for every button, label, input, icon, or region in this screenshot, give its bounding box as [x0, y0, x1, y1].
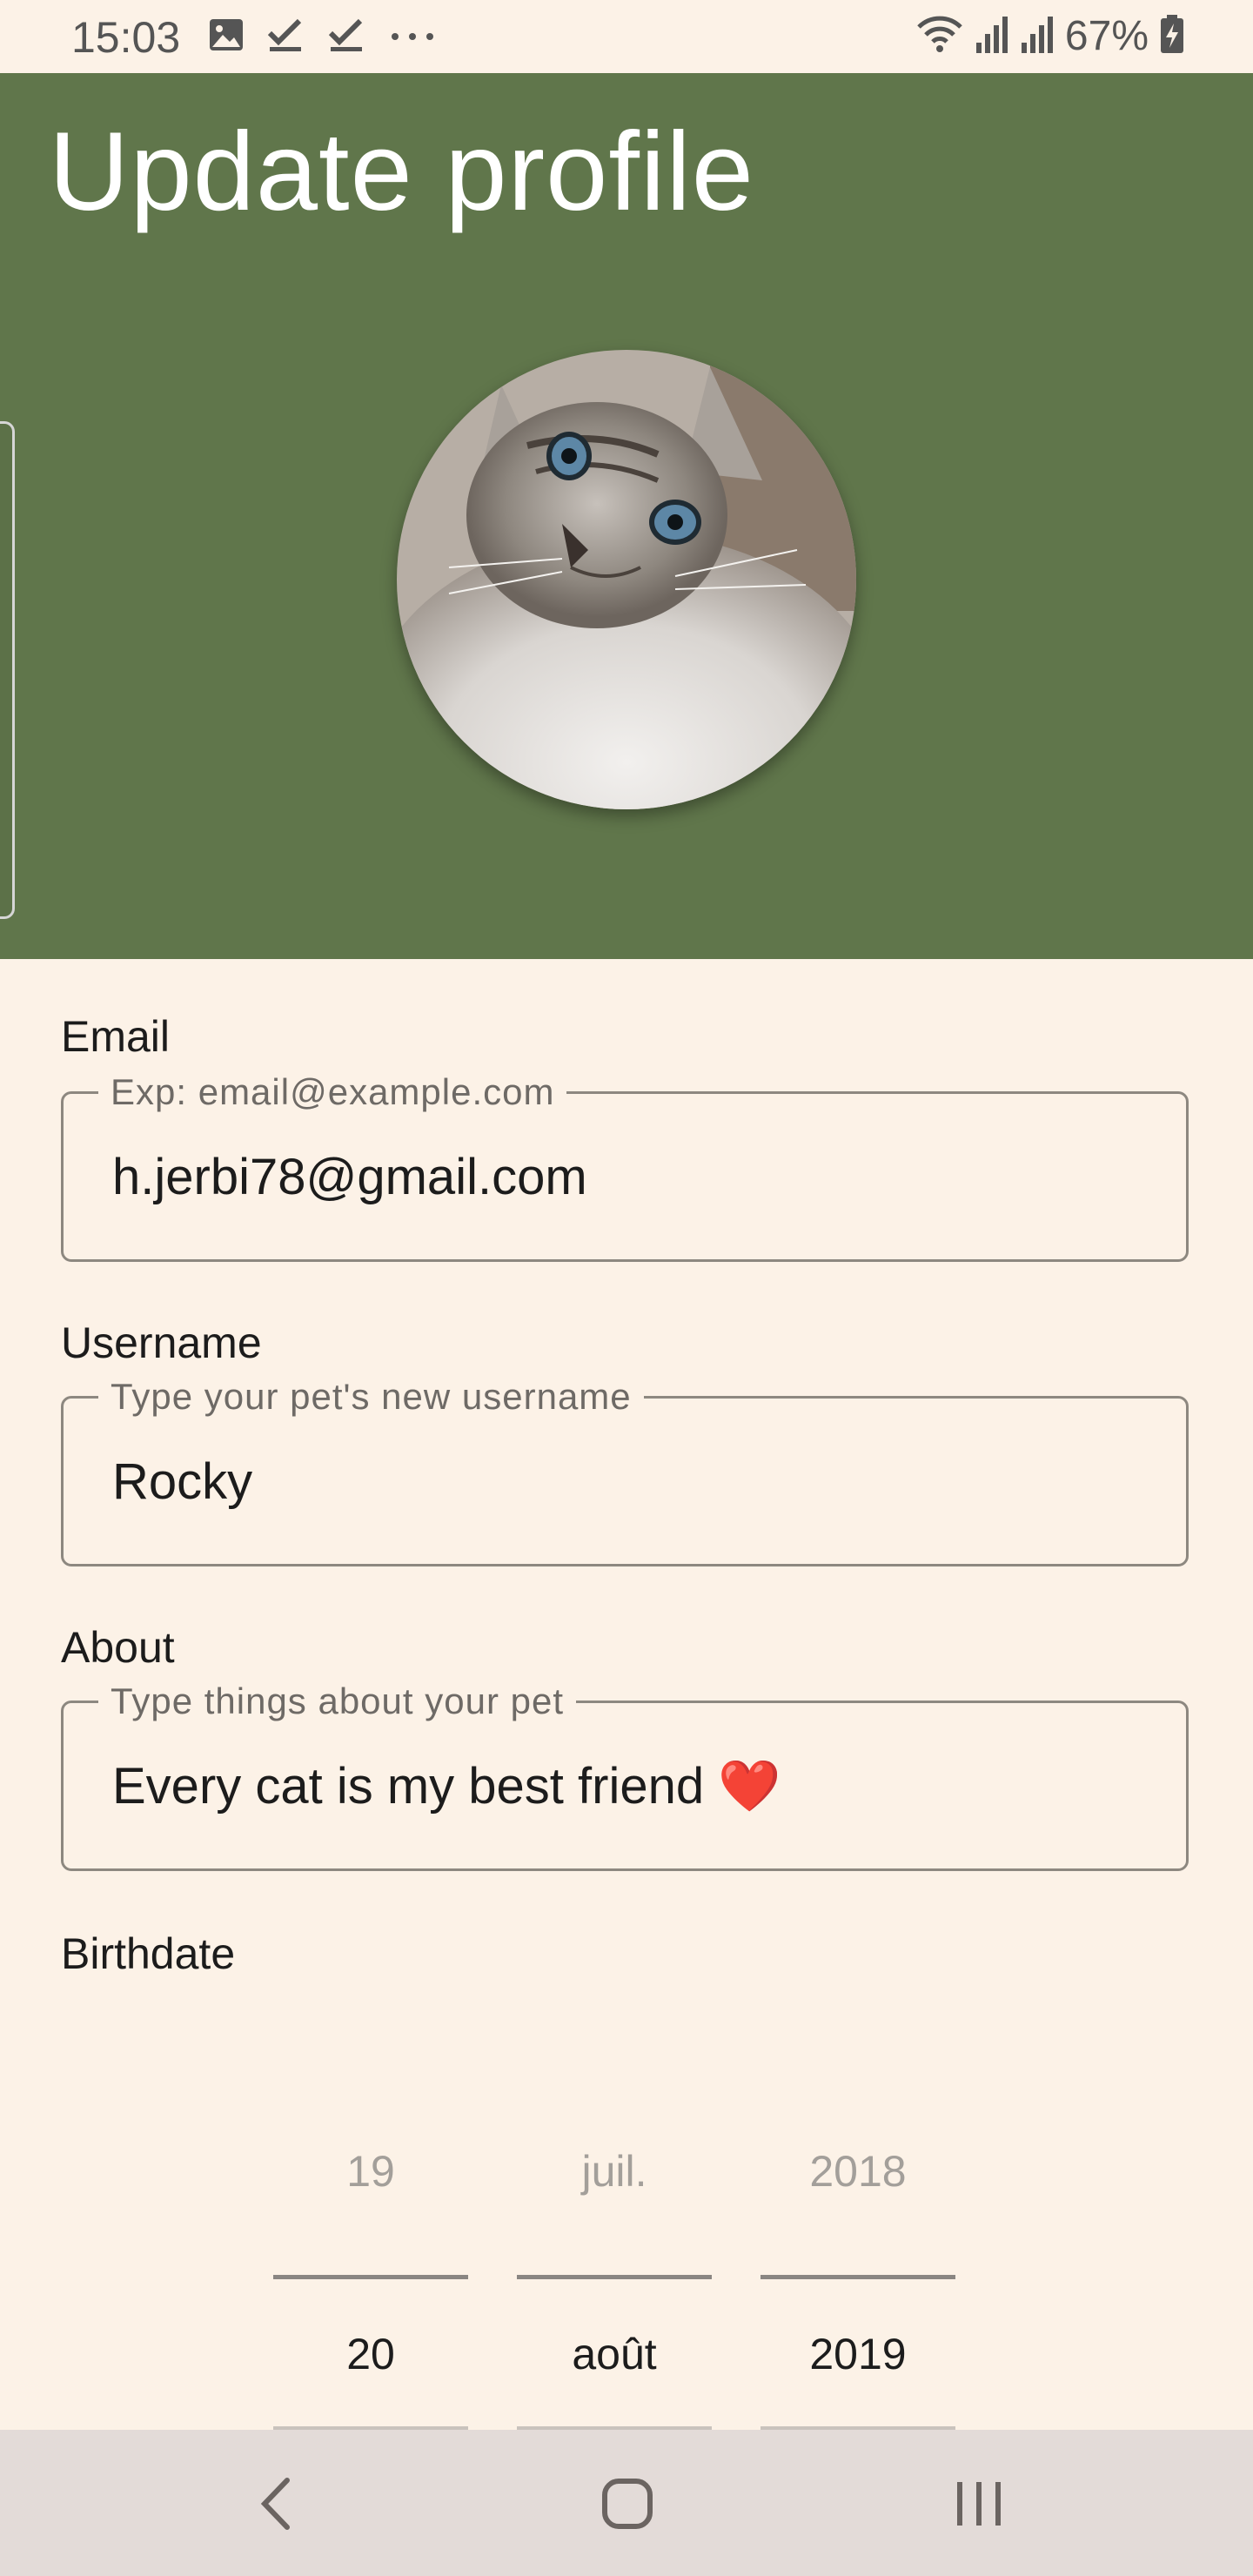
check-icon — [327, 16, 367, 58]
pet-avatar[interactable] — [397, 350, 856, 809]
about-placeholder: Type things about your pet — [98, 1680, 576, 1722]
email-field[interactable]: Exp: email@example.com h.jerbi78@gmail.c… — [61, 1071, 1189, 1262]
home-icon — [602, 2479, 653, 2529]
about-label: About — [61, 1623, 175, 1672]
day-selected[interactable]: 20 — [273, 2329, 468, 2379]
year-selected-row[interactable]: 2019 — [761, 2329, 955, 2379]
day-selected-row[interactable]: 20 — [273, 2329, 468, 2379]
day-wheel[interactable]: 19 — [273, 2146, 468, 2197]
month-previous[interactable]: juil. — [517, 2146, 712, 2197]
year-wheel[interactable]: 2018 — [761, 2146, 955, 2197]
edge-panel-handle[interactable] — [0, 421, 15, 919]
wifi-icon — [915, 13, 964, 59]
month-selected-row[interactable]: août — [517, 2329, 712, 2379]
back-button[interactable] — [237, 2465, 315, 2543]
about-field[interactable]: Type things about your pet Every cat is … — [61, 1680, 1189, 1871]
back-icon — [260, 2478, 290, 2530]
day-selection-line — [273, 2275, 468, 2279]
email-value: h.jerbi78@gmail.com — [112, 1149, 587, 1205]
status-time: 15:03 — [71, 13, 181, 62]
email-placeholder: Exp: email@example.com — [98, 1071, 567, 1113]
month-selected[interactable]: août — [517, 2329, 712, 2379]
about-value: Every cat is my best friend ❤️ — [112, 1758, 781, 1815]
page-title: Update profile — [49, 110, 754, 234]
notification-icons — [207, 16, 437, 58]
username-label: Username — [61, 1318, 262, 1367]
year-selected[interactable]: 2019 — [761, 2329, 955, 2379]
profile-header: Update profile — [0, 73, 1253, 959]
signal-icon — [1020, 13, 1055, 59]
day-previous[interactable]: 19 — [273, 2146, 468, 2197]
status-bar: 15:03 67% — [0, 0, 1253, 73]
username-field[interactable]: Type your pet's new username Rocky — [61, 1376, 1189, 1566]
username-placeholder: Type your pet's new username — [98, 1376, 644, 1418]
cat-photo — [397, 350, 856, 809]
signal-icon — [975, 13, 1009, 59]
system-status-icons: 67% — [915, 12, 1185, 60]
check-icon — [266, 16, 306, 58]
battery-charging-icon — [1159, 13, 1185, 59]
month-wheel[interactable]: juil. — [517, 2146, 712, 2197]
year-selection-line — [761, 2275, 955, 2279]
birthdate-label: Birthdate — [61, 1929, 236, 1978]
year-previous[interactable]: 2018 — [761, 2146, 955, 2197]
gallery-icon — [207, 16, 245, 58]
email-label: Email — [61, 1012, 171, 1061]
month-selection-line — [517, 2275, 712, 2279]
system-nav-bar — [0, 2430, 1253, 2576]
more-icon — [388, 16, 437, 58]
recents-button[interactable] — [940, 2465, 1018, 2543]
username-value: Rocky — [112, 1453, 253, 1510]
home-button[interactable] — [588, 2465, 667, 2543]
battery-percentage: 67% — [1064, 13, 1149, 59]
recents-icon — [957, 2482, 1001, 2526]
